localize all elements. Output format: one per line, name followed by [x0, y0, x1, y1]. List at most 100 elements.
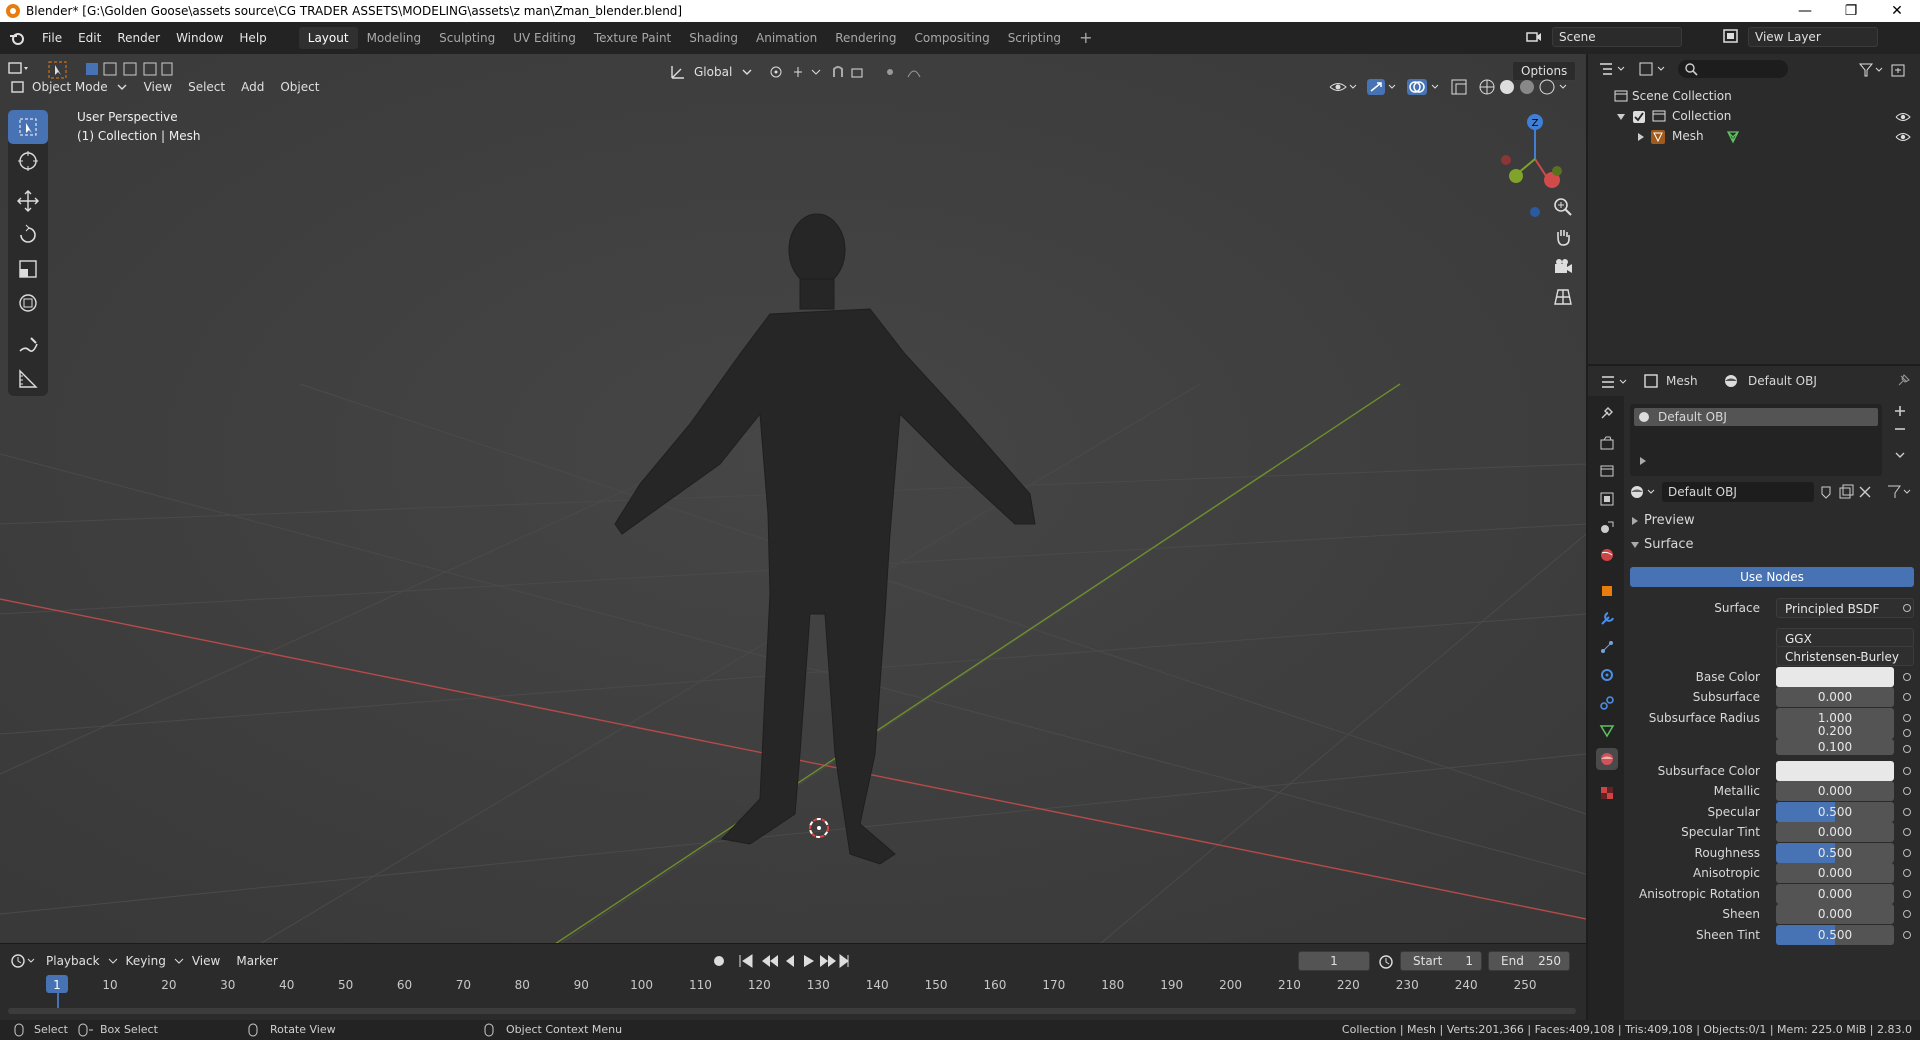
menu-playback[interactable]: Playback [38, 950, 108, 972]
mesh-data-icon[interactable] [1726, 130, 1740, 144]
playback-controls[interactable] [710, 952, 850, 970]
modifier-tab-icon[interactable] [1596, 608, 1618, 630]
scale-tool[interactable] [8, 252, 48, 286]
texture-tab-icon[interactable] [1596, 782, 1618, 804]
tab-shading[interactable]: Shading [680, 27, 747, 49]
add-workspace-icon[interactable]: + [1070, 27, 1101, 49]
tab-sculpting[interactable]: Sculpting [430, 27, 504, 49]
property-value-field[interactable]: 0.500 [1776, 925, 1894, 945]
transform-tool[interactable] [8, 286, 48, 320]
node-socket-icon[interactable] [1903, 869, 1911, 877]
visibility-icon[interactable] [1328, 78, 1358, 96]
menu-keying[interactable]: Keying [118, 950, 174, 972]
surface-panel-header[interactable]: Surface [1630, 534, 1914, 556]
node-socket-icon[interactable] [1903, 808, 1911, 816]
properties-editor[interactable]: Mesh Default OBJ Default OBJ Default OBJ… [1586, 364, 1920, 1020]
material-browse-icon[interactable] [1630, 484, 1658, 500]
scene-icon[interactable] [1525, 27, 1545, 47]
property-value-field[interactable]: 0.100 [1776, 739, 1894, 755]
stopwatch-icon[interactable] [1378, 953, 1394, 969]
menu-marker[interactable]: Marker [228, 950, 285, 972]
view-layer-icon[interactable] [1722, 27, 1742, 47]
property-value-field[interactable]: 0.000 [1776, 822, 1894, 842]
timeline-editor-type-icon[interactable] [10, 953, 38, 969]
overlays-icon[interactable] [1406, 78, 1442, 96]
end-frame-field[interactable]: End 250 [1488, 951, 1570, 971]
property-value-field[interactable]: 0.500 [1776, 843, 1894, 863]
start-frame-field[interactable]: Start 1 [1400, 951, 1482, 971]
output-tab-icon[interactable] [1596, 460, 1618, 482]
tab-compositing[interactable]: Compositing [905, 27, 998, 49]
physics-tab-icon[interactable] [1596, 664, 1618, 686]
scene-selector[interactable]: Scene [1552, 27, 1682, 47]
tab-uv-editing[interactable]: UV Editing [504, 27, 585, 49]
color-swatch[interactable] [1776, 761, 1894, 781]
checkbox-icon[interactable] [1632, 110, 1646, 124]
tab-scripting[interactable]: Scripting [999, 27, 1070, 49]
perspective-toggle-icon[interactable] [1548, 282, 1578, 312]
color-swatch[interactable] [1776, 667, 1894, 687]
expand-arrow-icon[interactable] [1638, 456, 1648, 466]
node-socket-icon[interactable] [1903, 729, 1911, 737]
node-socket-icon[interactable] [1903, 890, 1911, 898]
outliner-row-mesh[interactable]: Mesh [1588, 126, 1920, 146]
material-slot-item[interactable]: Default OBJ [1634, 408, 1878, 426]
outliner-editor-type-icon[interactable] [1598, 61, 1628, 77]
property-value-field[interactable]: 0.200 [1776, 723, 1894, 739]
property-dropdown[interactable]: Christensen-Burley [1776, 646, 1914, 666]
node-socket-icon[interactable] [1903, 910, 1911, 918]
outliner-editor[interactable]: Scene Collection Collection Mesh [1586, 54, 1920, 364]
move-tool[interactable] [8, 184, 48, 218]
render-tab-icon[interactable] [1596, 432, 1618, 454]
menu-object[interactable]: Object [272, 76, 327, 98]
tab-rendering[interactable]: Rendering [826, 27, 905, 49]
display-mode-icon[interactable] [1638, 61, 1668, 77]
minimize-button[interactable]: — [1782, 0, 1828, 22]
close-button[interactable]: ✕ [1874, 0, 1920, 22]
property-value-field[interactable]: 0.000 [1776, 904, 1894, 924]
timeline-editor[interactable]: Playback Keying View Marker 1 Start 1 En… [0, 944, 1586, 1020]
constraints-tab-icon[interactable] [1596, 692, 1618, 714]
world-tab-icon[interactable] [1596, 544, 1618, 566]
eye-icon[interactable] [1895, 111, 1911, 123]
tab-layout[interactable]: Layout [298, 27, 358, 49]
tool-settings-tab-icon[interactable] [1596, 402, 1618, 424]
material-datablock-buttons[interactable] [1818, 484, 1878, 500]
property-value-field[interactable]: 0.000 [1776, 884, 1894, 904]
outliner-row-scene-collection[interactable]: Scene Collection [1588, 86, 1920, 106]
menu-file[interactable]: File [34, 27, 70, 49]
cursor-tool[interactable] [8, 144, 48, 178]
expand-arrow-icon[interactable] [1636, 132, 1646, 142]
xray-icon[interactable] [1450, 78, 1470, 96]
expand-arrow-icon[interactable] [1616, 112, 1626, 122]
timeline-scrollbar[interactable] [8, 1008, 1576, 1014]
node-link-icon[interactable] [1886, 484, 1914, 500]
pan-hand-icon[interactable] [1548, 222, 1578, 252]
node-socket-icon[interactable] [1903, 828, 1911, 836]
pin-icon[interactable] [1896, 374, 1910, 388]
menu-view[interactable]: View [136, 76, 180, 98]
zoom-icon[interactable] [1548, 192, 1578, 222]
node-socket-icon[interactable] [1903, 745, 1911, 753]
node-socket-icon[interactable] [1903, 673, 1911, 681]
annotate-tool[interactable] [8, 328, 48, 362]
node-socket-icon[interactable] [1903, 787, 1911, 795]
node-socket-icon[interactable] [1903, 767, 1911, 775]
view-layer-tab-icon[interactable] [1596, 488, 1618, 510]
view-layer-selector[interactable]: View Layer [1748, 27, 1878, 47]
filter-icon[interactable] [1858, 62, 1914, 78]
property-dropdown[interactable]: GGX [1776, 628, 1914, 648]
material-slot-list[interactable]: Default OBJ [1630, 404, 1882, 476]
object-tab-icon[interactable] [1596, 580, 1618, 602]
transform-orientation-dropdown[interactable]: Global [686, 61, 740, 83]
scene-tab-icon[interactable] [1596, 516, 1618, 538]
tab-animation[interactable]: Animation [747, 27, 826, 49]
transform-orientation-icon[interactable] [670, 64, 686, 80]
eye-icon[interactable] [1895, 131, 1911, 143]
camera-view-icon[interactable] [1548, 252, 1578, 282]
object-mode-dropdown[interactable]: Object Mode [26, 76, 116, 98]
properties-editor-type-icon[interactable] [1600, 374, 1630, 390]
snap-icon[interactable] [828, 63, 928, 81]
data-tab-icon[interactable] [1596, 720, 1618, 742]
property-value-field[interactable]: 0.500 [1776, 802, 1894, 822]
